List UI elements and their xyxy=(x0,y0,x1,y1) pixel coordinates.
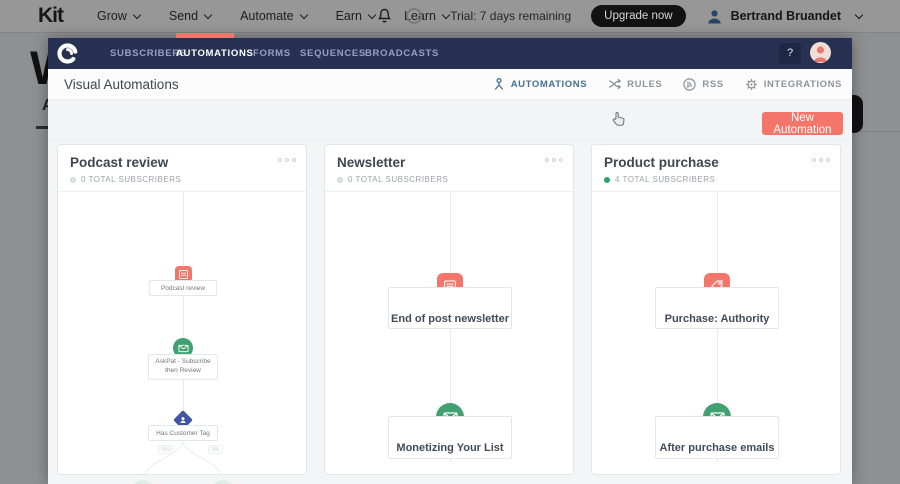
branch-no-badge: No xyxy=(208,445,223,454)
menu-send[interactable]: Send xyxy=(168,9,213,23)
avatar[interactable] xyxy=(810,42,831,63)
card-header: Newsletter 0 TOTAL SUBSCRIBERS xyxy=(325,145,573,192)
sequence-node-label[interactable]: AskPat - Subscribe then Review xyxy=(148,354,218,380)
subscriber-status-dot xyxy=(70,176,76,183)
branch-yes-badge: Yes xyxy=(158,445,173,454)
form-node-label[interactable]: Podcast review xyxy=(149,280,217,296)
page-header: Visual Automations AUTOMATIONS RULES RSS… xyxy=(48,69,852,100)
condition-node-label[interactable]: Has Customer Tag xyxy=(148,425,218,441)
view-tab-rss[interactable]: RSS xyxy=(683,77,724,91)
automation-flow-preview[interactable]: End of post newsletter Monetizing Your L… xyxy=(325,192,573,474)
chevron-down-icon xyxy=(132,10,142,19)
help-button[interactable]: ? xyxy=(779,43,801,64)
background-tab-underline xyxy=(36,126,48,129)
menu-earn-label: Earn xyxy=(335,9,362,23)
chevron-down-icon xyxy=(367,10,377,19)
card-menu-dots-icon[interactable] xyxy=(545,158,563,162)
subscriber-count-label: 0 TOTAL SUBSCRIBERS xyxy=(348,175,449,184)
toolbar: New Automation xyxy=(48,100,852,141)
chevron-down-icon xyxy=(854,10,864,19)
menu-automate[interactable]: Automate xyxy=(240,9,308,23)
card-header: Podcast review 0 TOTAL SUBSCRIBERS xyxy=(58,145,306,192)
automations-icon xyxy=(494,77,503,90)
bell-icon[interactable] xyxy=(377,8,392,24)
card-header: Product purchase 4 TOTAL SUBSCRIBERS xyxy=(592,145,840,192)
card-title[interactable]: Newsletter xyxy=(337,155,561,170)
tab-sequences[interactable]: SEQUENCES xyxy=(300,38,366,69)
view-tab-integrations-label: INTEGRATIONS xyxy=(763,78,842,90)
automation-flow-preview[interactable]: Purchase: Authority After purchase email… xyxy=(592,192,840,474)
subscriber-count-row: 0 TOTAL SUBSCRIBERS xyxy=(337,175,561,184)
status-ring-icon[interactable] xyxy=(406,8,423,24)
mouse-cursor-hand-icon xyxy=(612,112,625,126)
purchase-node-label[interactable]: Purchase: Authority xyxy=(655,287,779,329)
menu-grow[interactable]: Grow xyxy=(97,9,142,23)
active-tab-indicator xyxy=(176,33,234,38)
faded-node-icon xyxy=(210,480,236,484)
subscriber-count-label: 0 TOTAL SUBSCRIBERS xyxy=(81,175,182,184)
integrations-gear-icon xyxy=(745,78,757,90)
page-title: Visual Automations xyxy=(64,76,179,92)
faded-node-icon xyxy=(130,480,156,484)
person-icon xyxy=(707,9,721,23)
tab-automations[interactable]: AUTOMATIONS xyxy=(176,38,254,69)
chevron-down-icon xyxy=(299,10,308,19)
automation-card-product-purchase[interactable]: Product purchase 4 TOTAL SUBSCRIBERS Pur… xyxy=(591,144,841,475)
subscriber-status-dot xyxy=(604,176,610,183)
form-node-label[interactable]: End of post newsletter xyxy=(388,287,512,329)
menu-automate-label: Automate xyxy=(240,9,294,23)
view-tab-rules[interactable]: RULES xyxy=(608,78,662,90)
trial-status: Trial: 7 days remaining xyxy=(450,9,572,23)
convertkit-logo-icon[interactable] xyxy=(57,43,78,64)
screen: Kit Grow Send Automate Earn Learn Trial:… xyxy=(0,0,900,484)
subscriber-count-label: 4 TOTAL SUBSCRIBERS xyxy=(615,175,716,184)
card-menu-dots-icon[interactable] xyxy=(812,158,830,162)
avatar-person-icon xyxy=(813,46,828,62)
kit-logo[interactable]: Kit xyxy=(38,4,64,28)
menu-earn[interactable]: Earn xyxy=(335,9,377,23)
rules-shuffle-icon xyxy=(609,78,622,90)
card-title[interactable]: Podcast review xyxy=(70,155,294,170)
sequence-node-label[interactable]: After purchase emails xyxy=(655,416,779,459)
menu-grow-label: Grow xyxy=(97,9,127,23)
user-menu[interactable]: Bertrand Bruandet xyxy=(706,8,864,25)
topbar-right: Trial: 7 days remaining Upgrade now Bert… xyxy=(377,5,864,27)
subscriber-count-row: 0 TOTAL SUBSCRIBERS xyxy=(70,175,294,184)
subscriber-count-row: 4 TOTAL SUBSCRIBERS xyxy=(604,175,828,184)
tab-broadcasts[interactable]: BROADCASTS xyxy=(365,38,439,69)
view-tab-rss-label: RSS xyxy=(702,78,724,90)
view-tab-automations[interactable]: AUTOMATIONS xyxy=(493,77,588,91)
subscriber-status-dot xyxy=(337,176,343,183)
user-name: Bertrand Bruandet xyxy=(730,9,841,23)
rss-icon xyxy=(683,77,697,91)
view-tab-rules-label: RULES xyxy=(627,78,663,90)
automation-cards: Podcast review 0 TOTAL SUBSCRIBERS Podca… xyxy=(57,144,843,484)
view-tabs: AUTOMATIONS RULES RSS INTEGRATIONS xyxy=(493,77,842,91)
new-automation-button[interactable]: New Automation xyxy=(762,112,843,136)
view-tab-automations-label: AUTOMATIONS xyxy=(510,78,588,90)
automation-card-podcast-review[interactable]: Podcast review 0 TOTAL SUBSCRIBERS Podca… xyxy=(57,144,307,484)
app-nav: SUBSCRIBERS AUTOMATIONS FORMS SEQUENCES … xyxy=(48,38,852,69)
card-menu-dots-icon[interactable] xyxy=(278,158,296,162)
automation-card-newsletter[interactable]: Newsletter 0 TOTAL SUBSCRIBERS End of po… xyxy=(324,144,574,475)
card-title[interactable]: Product purchase xyxy=(604,155,828,170)
menu-send-label: Send xyxy=(168,9,199,23)
app-panel: SUBSCRIBERS AUTOMATIONS FORMS SEQUENCES … xyxy=(48,38,852,484)
chevron-down-icon xyxy=(203,10,213,19)
upgrade-now-button[interactable]: Upgrade now xyxy=(591,5,686,27)
automation-flow-preview[interactable]: Podcast review AskPat - Subscribe then R… xyxy=(58,192,306,484)
view-tab-integrations[interactable]: INTEGRATIONS xyxy=(745,78,842,91)
background-topbar: Kit Grow Send Automate Earn Learn Trial:… xyxy=(0,0,900,33)
background-divider-fragment xyxy=(860,131,900,132)
sequence-node-label[interactable]: Monetizing Your List xyxy=(388,416,512,459)
tab-forms[interactable]: FORMS xyxy=(253,38,291,69)
